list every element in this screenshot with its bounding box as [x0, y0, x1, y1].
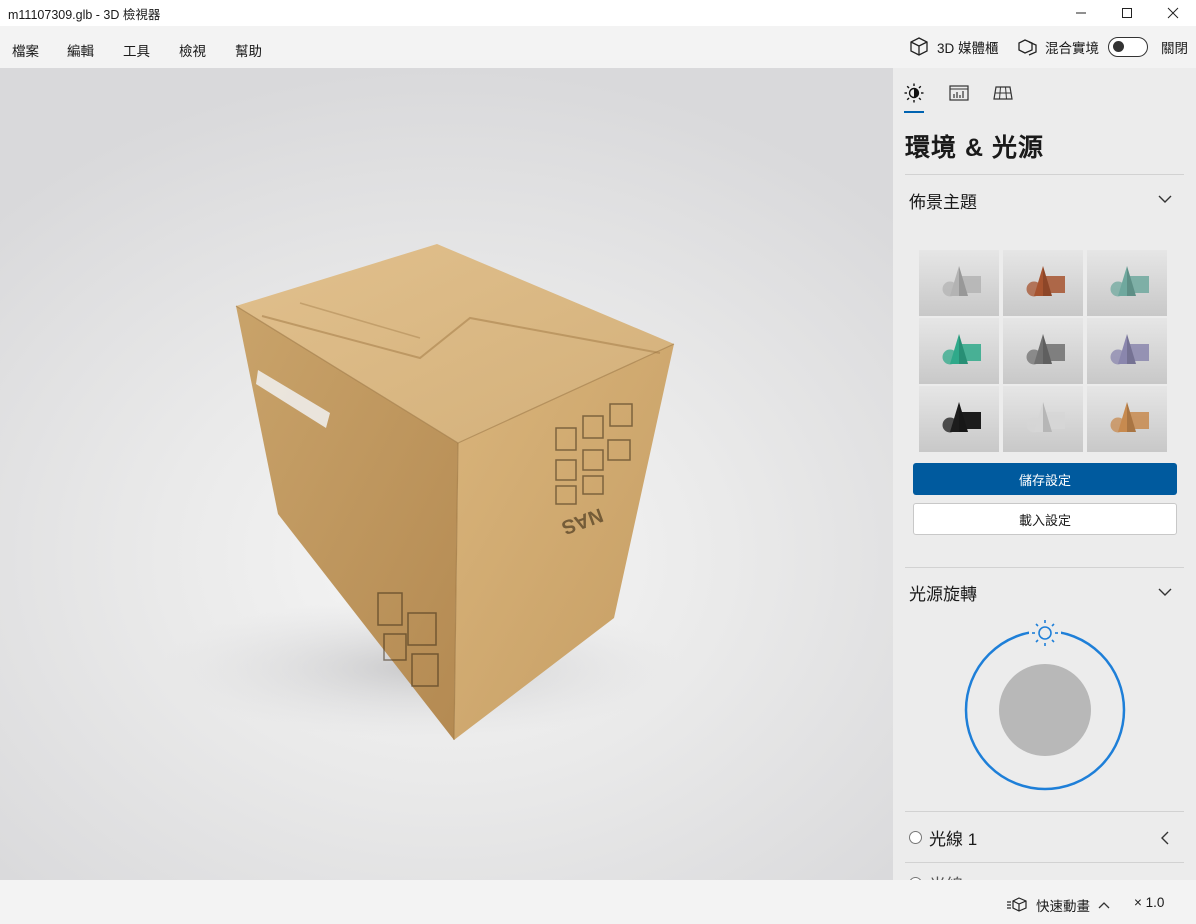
zoom-label: × 1.0: [1134, 895, 1165, 910]
panel-title: 環境 & 光源: [905, 134, 1044, 162]
light-1-row[interactable]: 光線 1: [909, 825, 977, 850]
theme-preview-icon: [919, 386, 999, 452]
chevron-left-icon[interactable]: [1159, 830, 1171, 846]
light-rotation-dial[interactable]: [959, 616, 1133, 794]
minimize-button[interactable]: [1058, 0, 1104, 26]
3d-model[interactable]: NAS: [0, 68, 893, 880]
chevron-down-icon[interactable]: [1157, 585, 1173, 599]
light-2-label: 光線: [929, 871, 963, 880]
theme-preview-icon: [1003, 250, 1083, 316]
grid-icon: [993, 86, 1013, 100]
theme-grid: [919, 250, 1167, 452]
theme-preview-icon: [1087, 318, 1167, 384]
mixed-reality-toggle[interactable]: [1108, 35, 1148, 59]
theme-thumbnail-black[interactable]: [919, 386, 999, 452]
toggle-state-label: 關閉: [1161, 41, 1188, 56]
tab-grid[interactable]: [992, 82, 1014, 104]
animation-icon: [1007, 897, 1027, 912]
divider: [905, 174, 1184, 175]
theme-preview-icon: [1003, 318, 1083, 384]
menu-help[interactable]: 幫助: [235, 40, 262, 60]
maximize-icon: [1122, 8, 1132, 18]
close-icon: [1167, 7, 1179, 19]
menu-view[interactable]: 檢視: [179, 40, 206, 60]
light-2-row[interactable]: 光線: [909, 871, 963, 880]
light-rotation-header[interactable]: 光源旋轉: [909, 580, 977, 605]
menu-file[interactable]: 檔案: [12, 40, 39, 60]
toggle-state: 關閉: [1161, 35, 1188, 59]
light-1-label: 光線 1: [929, 830, 978, 849]
menu-tools[interactable]: 工具: [123, 40, 150, 60]
menu-edit[interactable]: 編輯: [67, 40, 94, 60]
sun-icon: [904, 83, 924, 103]
tab-stats[interactable]: [948, 82, 970, 104]
theme-thumbnail-warm-rust[interactable]: [1003, 250, 1083, 316]
toggle-knob: [1113, 41, 1124, 52]
theme-thumbnail-neutral[interactable]: [919, 250, 999, 316]
animation-button[interactable]: 快速動畫: [1006, 895, 1110, 915]
dial-sphere: [999, 664, 1091, 756]
settings-panel: 環境 & 光源 佈景主題 儲存設定 載入設定 光源旋轉 光線 1 光線: [893, 68, 1196, 880]
cube-icon: [910, 37, 928, 56]
theme-thumbnail-dark-gray[interactable]: [1003, 318, 1083, 384]
close-button[interactable]: [1150, 0, 1196, 26]
minimize-icon: [1076, 12, 1086, 14]
save-settings-button[interactable]: 儲存設定: [913, 463, 1177, 495]
tab-environment-lighting[interactable]: [903, 82, 925, 104]
library-label: 3D 媒體櫃: [937, 41, 999, 56]
theme-preview-icon: [919, 250, 999, 316]
theme-thumbnail-copper[interactable]: [1087, 386, 1167, 452]
theme-preview-icon: [1003, 386, 1083, 452]
mixed-reality-icon: [1018, 39, 1037, 56]
light-1-radio[interactable]: [909, 831, 922, 844]
animation-label: 快速動畫: [1036, 899, 1090, 914]
maximize-button[interactable]: [1104, 0, 1150, 26]
theme-preview-icon: [919, 318, 999, 384]
divider: [905, 811, 1184, 812]
zoom-level[interactable]: × 1.0: [1134, 895, 1164, 910]
theme-preview-icon: [1087, 250, 1167, 316]
mixed-reality-button[interactable]: 混合實境: [1017, 35, 1099, 59]
theme-thumbnail-emerald[interactable]: [919, 318, 999, 384]
chevron-up-icon[interactable]: [1098, 900, 1110, 910]
toggle-switch[interactable]: [1108, 37, 1148, 57]
theme-thumbnail-light[interactable]: [1003, 386, 1083, 452]
status-bar: 快速動畫 × 1.0: [0, 880, 1196, 924]
3d-viewport[interactable]: NAS: [0, 68, 893, 880]
library-button[interactable]: 3D 媒體櫃: [908, 35, 999, 59]
window-title: m11107309.glb - 3D 檢視器: [8, 8, 161, 22]
mixed-reality-label: 混合實境: [1045, 41, 1099, 56]
divider: [905, 862, 1184, 863]
chevron-down-icon[interactable]: [1157, 192, 1173, 206]
menu-bar: 檔案 編輯 工具 檢視 幫助 3D 媒體櫃 混合實境 關閉: [0, 26, 1196, 68]
theme-section-header[interactable]: 佈景主題: [909, 188, 977, 213]
title-bar: m11107309.glb - 3D 檢視器: [0, 0, 1196, 26]
divider: [905, 567, 1184, 568]
theme-thumbnail-teal-gray[interactable]: [1087, 250, 1167, 316]
stats-icon: [949, 85, 969, 101]
theme-thumbnail-lavender[interactable]: [1087, 318, 1167, 384]
theme-preview-icon: [1087, 386, 1167, 452]
load-settings-button[interactable]: 載入設定: [913, 503, 1177, 535]
active-tab-indicator: [904, 111, 924, 113]
